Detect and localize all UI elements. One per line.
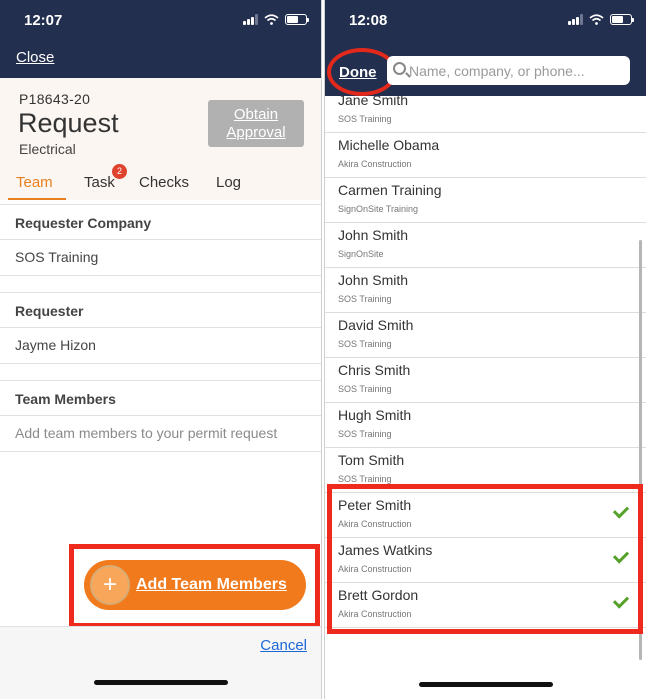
search-icon [393, 62, 406, 75]
contact-name: John Smith [338, 227, 409, 243]
bottom-bar: Cancel [0, 626, 321, 699]
requester-value: Jayme Hizon [15, 337, 96, 353]
requester-heading: Requester [0, 292, 321, 328]
home-indicator [418, 682, 553, 687]
team-picker-screen: 12:08 Done Name, company, or phone... Ja… [324, 0, 646, 699]
contact-row[interactable]: John Smith SOS Training [325, 268, 646, 313]
requester-company-heading-text: Requester Company [15, 215, 152, 231]
tab-checks[interactable]: Checks [139, 174, 189, 191]
signal-icon [568, 14, 583, 25]
permit-category: Electrical [19, 141, 76, 157]
obtain-approval-button[interactable]: Obtain Approval [208, 100, 304, 147]
contact-row[interactable]: David Smith SOS Training [325, 313, 646, 358]
requester-company-value: SOS Training [15, 249, 99, 265]
requester-heading-text: Requester [15, 303, 84, 319]
status-bar: 12:08 [325, 0, 646, 42]
signal-icon [243, 14, 258, 25]
contact-name: John Smith [338, 272, 409, 288]
contact-company: SOS Training [338, 474, 392, 484]
contact-name: Tom Smith [338, 452, 405, 468]
tab-team[interactable]: Team [16, 174, 53, 191]
permit-id: P18643-20 [19, 91, 91, 107]
nav-bar: 12:07 Close [0, 0, 321, 78]
contact-company: SOS Training [338, 114, 392, 124]
requester-company-field[interactable]: SOS Training [0, 238, 321, 276]
contact-company: SOS Training [338, 429, 392, 439]
contact-company: SOS Training [338, 339, 392, 349]
task-count-badge: 2 [112, 164, 127, 179]
permit-header: P18643-20 Request Electrical Obtain Appr… [0, 78, 321, 200]
battery-icon [610, 14, 634, 25]
team-members-placeholder: Add team members to your permit request [15, 425, 278, 441]
requester-company-heading: Requester Company [0, 204, 321, 240]
contact-company: SOS Training [338, 384, 392, 394]
permit-title: Request [18, 108, 119, 138]
contact-company: SignOnSite Training [338, 204, 419, 214]
contact-name: Chris Smith [338, 362, 411, 378]
team-members-heading-text: Team Members [15, 391, 116, 407]
status-time: 12:08 [349, 12, 388, 29]
contact-name: Michelle Obama [338, 137, 440, 153]
contact-name: David Smith [338, 317, 414, 333]
permit-request-screen: 12:07 Close P18643-20 Request Electrical… [0, 0, 322, 699]
search-input[interactable] [409, 56, 625, 85]
status-bar: 12:07 [0, 0, 321, 42]
team-members-heading: Team Members [0, 380, 321, 416]
obtain-approval-line2: Approval [226, 124, 286, 141]
active-tab-indicator [8, 198, 66, 200]
status-icons [243, 14, 309, 25]
contact-name: Carmen Training [338, 182, 442, 198]
tab-log[interactable]: Log [216, 174, 241, 191]
obtain-approval-line1: Obtain [233, 106, 279, 123]
contact-row[interactable]: Michelle Obama Akira Construction [325, 133, 646, 178]
contact-row[interactable]: Chris Smith SOS Training [325, 358, 646, 403]
contact-name: Jane Smith [338, 96, 409, 108]
status-icons [568, 14, 634, 25]
contact-name: Hugh Smith [338, 407, 412, 423]
bottom-area [325, 660, 646, 699]
plus-icon: + [90, 565, 130, 605]
wifi-icon [264, 14, 279, 25]
team-members-field[interactable]: Add team members to your permit request [0, 414, 321, 452]
contact-company: SignOnSite [338, 249, 384, 259]
contact-row[interactable]: John Smith SignOnSite [325, 223, 646, 268]
contact-row[interactable]: Hugh Smith SOS Training [325, 403, 646, 448]
selected-members-highlight [327, 484, 643, 634]
status-time: 12:07 [24, 12, 63, 29]
contact-company: SOS Training [338, 294, 392, 304]
contact-company: Akira Construction [338, 159, 412, 169]
cancel-link[interactable]: Cancel [260, 637, 307, 654]
battery-icon [285, 14, 309, 25]
contact-row[interactable]: Jane Smith SOS Training [325, 96, 646, 133]
search-field[interactable] [387, 56, 630, 85]
nav-bar: 12:08 Done [325, 0, 646, 96]
tab-task[interactable]: Task [84, 174, 115, 191]
home-indicator [93, 680, 228, 685]
contact-row[interactable]: Carmen Training SignOnSite Training [325, 178, 646, 223]
tab-bar: Team Task 2 Checks Log [0, 164, 321, 200]
screenshot-composite: 12:07 Close P18643-20 Request Electrical… [0, 0, 646, 699]
add-team-members-button[interactable]: + Add Team Members [84, 560, 306, 610]
requester-field[interactable]: Jayme Hizon [0, 326, 321, 364]
add-team-members-label: Add Team Members [136, 576, 287, 593]
wifi-icon [589, 14, 604, 25]
close-link[interactable]: Close [16, 49, 54, 66]
